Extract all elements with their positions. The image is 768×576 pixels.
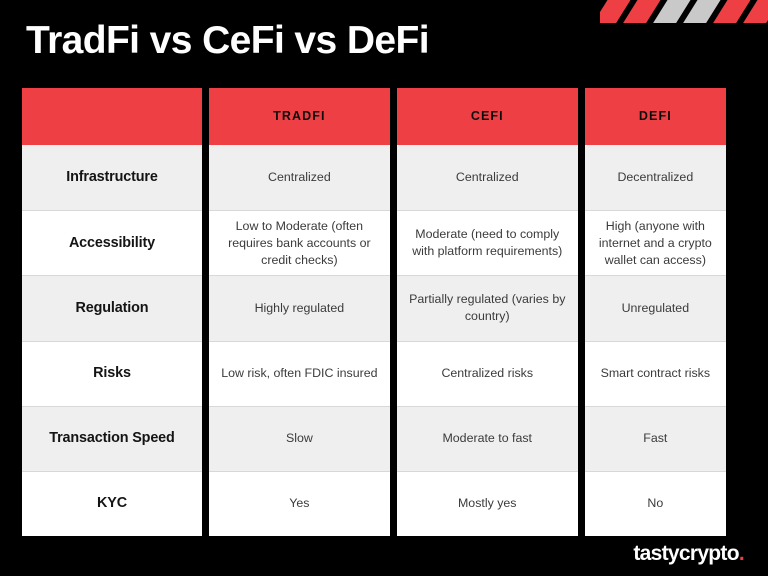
table-header-defi: DEFI: [584, 88, 726, 145]
table-cell: Smart contract risks: [584, 340, 726, 406]
table-cell: Partially regulated (varies by country): [396, 275, 578, 341]
table-cell: No: [584, 470, 726, 537]
logo-dot: .: [738, 542, 745, 565]
table-header-tradfi: TRADFI: [208, 88, 390, 145]
table-header-blank: [22, 88, 202, 145]
table-row-label: Risks: [22, 340, 202, 406]
comparison-table: Infrastructure Accessibility Regulation Ris…: [22, 88, 726, 537]
page-title: TradFi vs CeFi vs DeFi: [26, 19, 430, 62]
table-row-label: Infrastructure: [22, 144, 202, 211]
table-column-tradfi: TRADFI Centralized Low to Moderate (often …: [208, 88, 390, 537]
table-row-label: Transaction Speed: [22, 405, 202, 471]
table-cell: Decentralized: [584, 144, 726, 211]
table-cell: High (anyone with internet and a crypto …: [584, 210, 726, 276]
table-header-cefi: CEFI: [396, 88, 578, 145]
table-cell: Yes: [208, 470, 390, 537]
slide-canvas: TradFi vs CeFi vs DeFi Infrastructure Acc…: [0, 0, 768, 576]
table-column-cefi: CEFI Centralized Moderate (need to comply …: [396, 88, 578, 537]
table-cell: Low risk, often FDIC insured: [208, 340, 390, 406]
table-cell: Low to Moderate (often requires bank acc…: [208, 210, 390, 276]
table-row-label: KYC: [22, 470, 202, 537]
table-cell: Centralized risks: [396, 340, 578, 406]
table-cell: Centralized: [208, 144, 390, 211]
table-cell: Moderate to fast: [396, 405, 578, 471]
table-cell: Fast: [584, 405, 726, 471]
table-cell: Unregulated: [584, 275, 726, 341]
table-cell: Highly regulated: [208, 275, 390, 341]
table-column-attribute: Infrastructure Accessibility Regulation Ris…: [22, 88, 202, 537]
table-row-label: Regulation: [22, 275, 202, 341]
table-cell: Centralized: [396, 144, 578, 211]
table-row-label: Accessibility: [22, 210, 202, 276]
logo-wordmark: tastycrypto: [633, 542, 739, 565]
table-cell: Moderate (need to comply with platform r…: [396, 210, 578, 276]
table-cell: Mostly yes: [396, 470, 578, 537]
table-cell: Slow: [208, 405, 390, 471]
table-column-defi: DEFI Decentralized High (anyone with inter…: [584, 88, 726, 537]
tastycrypto-logo: tastycrypto.: [633, 542, 744, 566]
